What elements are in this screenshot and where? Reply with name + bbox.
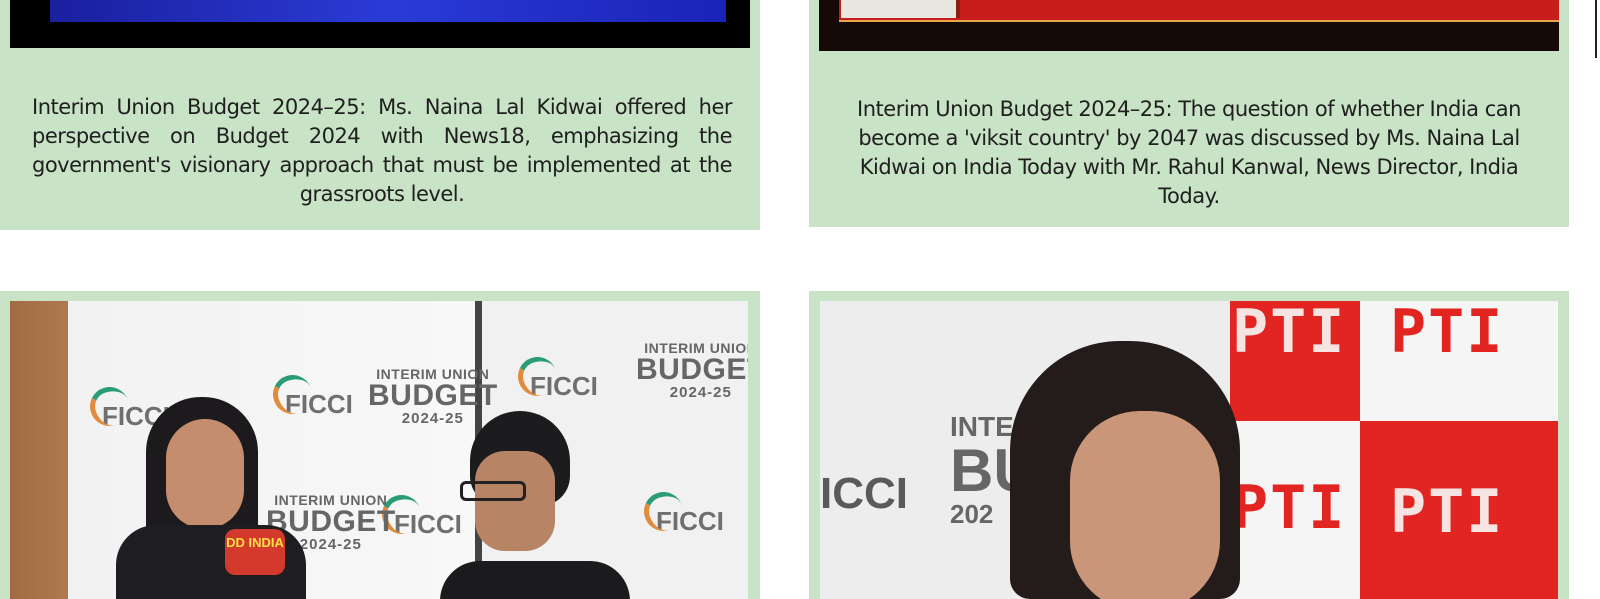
ficci-logo-text: FICCI <box>530 371 598 401</box>
mic-label: DD INDIA <box>226 535 284 550</box>
ficci-logo-text: FICCI <box>285 389 353 419</box>
budget-logo-line2: BUDGET <box>636 353 748 386</box>
ficci-logo: ICCI <box>820 469 908 519</box>
budget-logo-line3: 2024-25 <box>669 384 732 401</box>
video-thumbnail[interactable] <box>819 0 1559 51</box>
pti-logo: PTI <box>1390 301 1504 367</box>
video-thumbnail[interactable]: FICCI FICCI FICCI FICCI FICCI INTERIM UN… <box>10 301 748 599</box>
microphone: DD INDIA <box>225 529 285 575</box>
ficci-logo: FICCI <box>285 389 353 420</box>
budget-logo: INTERIM UNION BUDGET 2024-25 <box>636 341 748 400</box>
pti-logo-text: PTI <box>1390 301 1505 367</box>
video-card-pti[interactable]: PTI PTI PTI PTI ICCI INTERIM BUD 202 <box>809 291 1569 599</box>
interviewer-man <box>440 411 630 599</box>
video-card-dd-india[interactable]: FICCI FICCI FICCI FICCI FICCI INTERIM UN… <box>0 291 760 599</box>
card-caption: Interim Union Budget 2024–25: The questi… <box>857 97 1521 208</box>
ficci-logo: FICCI <box>530 371 598 402</box>
ficci-logo: FICCI <box>656 506 724 537</box>
video-thumbnail[interactable]: PTI PTI PTI PTI ICCI INTERIM BUD 202 <box>820 301 1558 599</box>
video-card-news18[interactable]: Interim Union Budget 2024–25: Ms. Naina … <box>0 0 760 230</box>
ficci-logo-text: ICCI <box>820 469 908 518</box>
video-thumbnail[interactable] <box>10 0 750 48</box>
speaker-woman <box>1000 341 1260 599</box>
video-card-india-today[interactable]: Interim Union Budget 2024–25: The questi… <box>809 0 1569 227</box>
pti-logo: PTI <box>1390 477 1504 547</box>
ficci-logo-text: FICCI <box>656 506 724 536</box>
pti-logo-text: PTI <box>1390 477 1505 547</box>
card-caption: Interim Union Budget 2024–25: Ms. Naina … <box>32 95 733 206</box>
page-divider <box>1595 0 1597 58</box>
budget-logo-line2: BUDGET <box>368 379 498 412</box>
thumbnail-blue-screen <box>50 0 726 22</box>
thumbnail-inset <box>841 0 960 18</box>
